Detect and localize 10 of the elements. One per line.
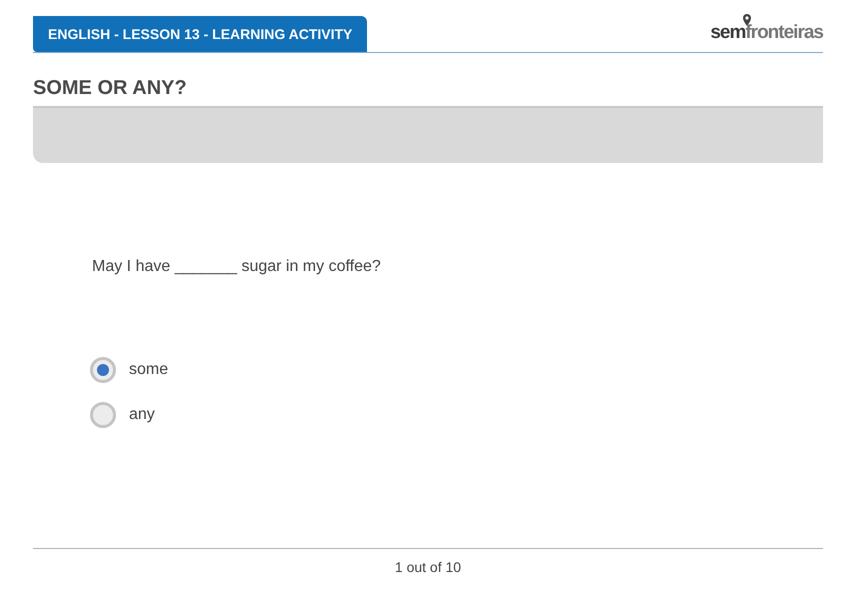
logo-text: sem	[710, 22, 746, 43]
logo-text: fronteiras	[745, 22, 823, 43]
radio-button[interactable]	[90, 402, 116, 428]
activity-heading: SOME OR ANY?	[33, 76, 188, 101]
map-pin-icon	[742, 14, 752, 26]
progress-counter: 1 out of 10	[394, 558, 462, 577]
option-label[interactable]: some	[129, 358, 168, 382]
option-label[interactable]: any	[129, 403, 155, 427]
question-text: May I have _______ sugar in my coffee?	[92, 257, 382, 277]
radio-button[interactable]	[90, 357, 116, 383]
